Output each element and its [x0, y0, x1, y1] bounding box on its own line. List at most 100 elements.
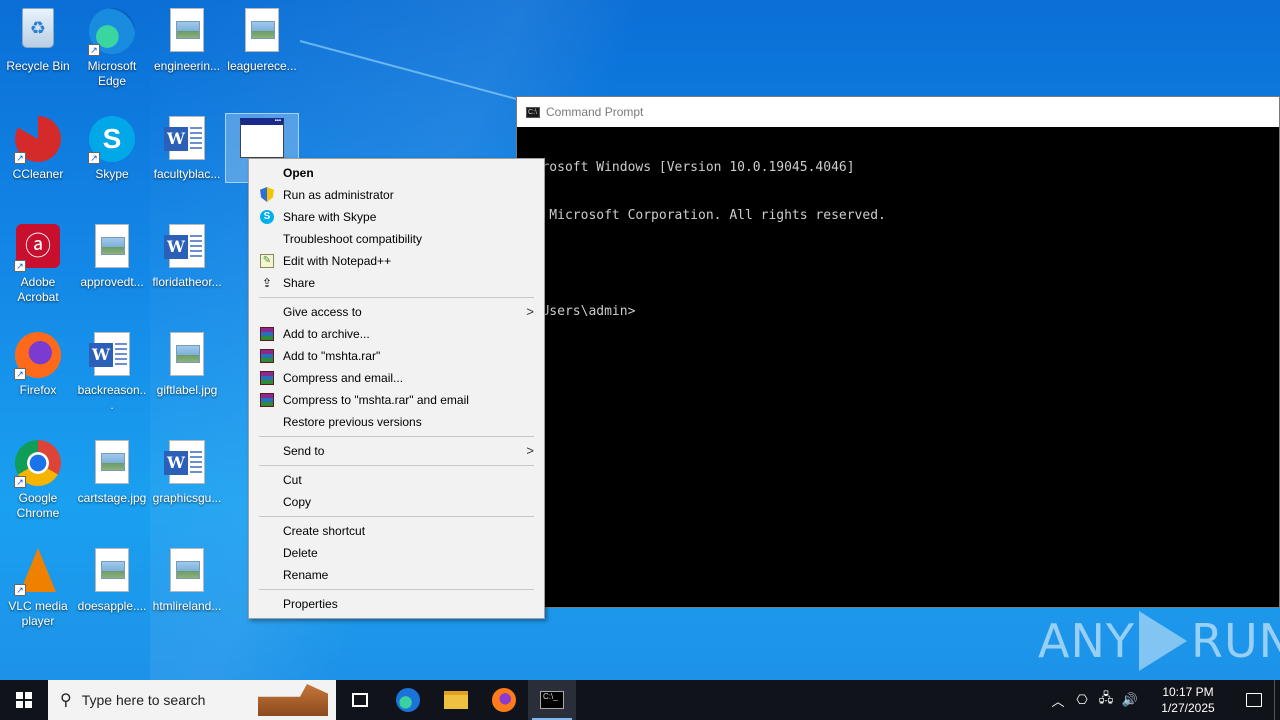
uac-shield-icon — [260, 187, 274, 202]
taskbar: ⚲ Type here to search C:\_ ︿ ⎔ 🖧 🔊 10:17… — [0, 680, 1280, 720]
word-doc-icon: W — [163, 440, 211, 488]
show-desktop-button[interactable] — [1274, 680, 1280, 720]
menu-item-compress-and-email[interactable]: Compress and email... — [249, 367, 544, 389]
menu-item-add-to-archive[interactable]: Add to archive... — [249, 323, 544, 345]
word-doc-icon: W — [163, 116, 211, 164]
shortcut-arrow-icon: ↗ — [14, 584, 26, 596]
console-line: Microsoft Windows [Version 10.0.19045.40… — [518, 160, 855, 175]
menu-item-edit-with-notepadpp[interactable]: ✎ Edit with Notepad++ — [249, 250, 544, 272]
winrar-icon — [260, 327, 274, 341]
taskbar-edge-button[interactable] — [384, 680, 432, 720]
menu-item-give-access-to[interactable]: Give access to > — [249, 301, 544, 323]
desktop-icon-engineerin[interactable]: engineerin... — [149, 4, 225, 74]
menu-item-create-shortcut[interactable]: Create shortcut — [249, 520, 544, 542]
menu-item-cut[interactable]: Cut — [249, 469, 544, 491]
network-icon[interactable]: 🖧 — [1094, 689, 1118, 711]
cmd-icon: C:\_ — [540, 691, 564, 709]
desktop-icon-firefox[interactable]: ↗ Firefox — [0, 328, 76, 398]
image-file-icon — [163, 548, 211, 596]
recycle-bin-icon: ♻ — [14, 8, 62, 56]
meet-now-icon[interactable]: ⎔ — [1070, 692, 1094, 708]
desktop-icon-google-chrome[interactable]: ↗ Google Chrome — [0, 436, 76, 521]
desktop-icon-doesapple[interactable]: doesapple.... — [74, 544, 150, 614]
volume-icon[interactable]: 🔊 — [1118, 692, 1142, 708]
winrar-icon — [260, 371, 274, 385]
desktop-icon-microsoft-edge[interactable]: ↗ Microsoft Edge — [74, 4, 150, 89]
desktop-icon-backreason[interactable]: W backreason... — [74, 328, 150, 413]
desktop-icon-floridatheor[interactable]: W floridatheor... — [149, 220, 225, 290]
taskbar-firefox-button[interactable] — [480, 680, 528, 720]
taskbar-file-explorer-button[interactable] — [432, 680, 480, 720]
console-line: (c) Microsoft Corporation. All rights re… — [518, 208, 886, 223]
clock-time: 10:17 PM — [1162, 685, 1214, 699]
shortcut-arrow-icon: ↗ — [14, 476, 26, 488]
desktop-icon-recycle-bin[interactable]: ♻ Recycle Bin — [0, 4, 76, 74]
search-icon: ⚲ — [60, 692, 72, 709]
image-file-icon — [88, 440, 136, 488]
menu-item-delete[interactable]: Delete — [249, 542, 544, 564]
menu-item-troubleshoot-compatibility[interactable]: Troubleshoot compatibility — [249, 228, 544, 250]
search-placeholder: Type here to search — [81, 692, 206, 708]
firefox-icon — [492, 688, 516, 712]
taskbar-cmd-button[interactable]: C:\_ — [528, 680, 576, 720]
desktop-icon-giftlabel[interactable]: giftlabel.jpg — [149, 328, 225, 398]
menu-item-add-to-mshta-rar[interactable]: Add to "mshta.rar" — [249, 345, 544, 367]
acrobat-icon: ⓐ ↗ — [14, 224, 62, 272]
desktop-icon-approvedt[interactable]: approvedt... — [74, 220, 150, 290]
desktop-icon-vlc[interactable]: ↗ VLC media player — [0, 544, 76, 629]
file-explorer-icon — [444, 691, 468, 709]
image-file-icon — [88, 224, 136, 272]
desktop-icon-htmlireland[interactable]: htmlireland... — [149, 544, 225, 614]
menu-item-compress-to-mshta-rar-and-email[interactable]: Compress to "mshta.rar" and email — [249, 389, 544, 411]
cmd-icon: C:\ — [526, 106, 540, 118]
firefox-icon: ↗ — [14, 332, 62, 380]
desktop-icon-cartstage[interactable]: cartstage.jpg — [74, 436, 150, 506]
menu-item-rename[interactable]: Rename — [249, 564, 544, 586]
desktop-icon-skype[interactable]: S ↗ Skype — [74, 112, 150, 182]
image-file-icon — [88, 548, 136, 596]
console-prompt: C:\Users\admin> — [518, 304, 636, 319]
context-menu[interactable]: Open Run as administrator S Share with S… — [248, 158, 545, 619]
start-button[interactable] — [0, 680, 48, 720]
desktop-icon-ccleaner[interactable]: ↗ CCleaner — [0, 112, 76, 182]
cmd-titlebar[interactable]: C:\ Command Prompt — [517, 97, 1279, 127]
chevron-up-icon[interactable]: ︿ — [1046, 691, 1070, 710]
system-tray: ︿ ⎔ 🖧 🔊 10:17 PM 1/27/2025 — [1046, 680, 1280, 720]
task-view-icon — [352, 693, 368, 707]
edge-icon — [396, 688, 420, 712]
menu-item-open[interactable]: Open — [249, 162, 544, 184]
word-doc-icon: W — [88, 332, 136, 380]
image-file-icon — [163, 332, 211, 380]
notepadpp-icon: ✎ — [260, 254, 274, 268]
desktop-icon-facultyblac[interactable]: W facultyblac... — [149, 112, 225, 182]
chrome-icon: ↗ — [14, 440, 62, 488]
clock-date: 1/27/2025 — [1161, 701, 1215, 715]
taskbar-search-box[interactable]: ⚲ Type here to search — [48, 680, 336, 720]
notification-center-button[interactable] — [1234, 680, 1274, 720]
ccleaner-icon: ↗ — [14, 116, 62, 164]
play-logo-icon — [1138, 611, 1187, 671]
notification-icon — [1246, 693, 1262, 707]
menu-item-run-as-administrator[interactable]: Run as administrator — [249, 184, 544, 206]
menu-item-restore-previous-versions[interactable]: Restore previous versions — [249, 411, 544, 433]
menu-item-copy[interactable]: Copy — [249, 491, 544, 513]
shortcut-arrow-icon: ↗ — [14, 368, 26, 380]
winrar-icon — [260, 349, 274, 363]
desktop-icon-graphicsgu[interactable]: W graphicsgu... — [149, 436, 225, 506]
desktop-icon-leaguerece[interactable]: leaguerece... — [224, 4, 300, 74]
clock[interactable]: 10:17 PM 1/27/2025 — [1150, 684, 1226, 716]
task-view-button[interactable] — [336, 680, 384, 720]
menu-item-share-with-skype[interactable]: S Share with Skype — [249, 206, 544, 228]
menu-item-properties[interactable]: Properties — [249, 593, 544, 615]
cmd-title: Command Prompt — [546, 105, 644, 119]
command-prompt-window[interactable]: C:\ Command Prompt Microsoft Windows [Ve… — [516, 96, 1280, 608]
menu-item-send-to[interactable]: Send to > — [249, 440, 544, 462]
cmd-console[interactable]: Microsoft Windows [Version 10.0.19045.40… — [517, 127, 1279, 352]
winrar-icon — [260, 393, 274, 407]
menu-item-share[interactable]: ⇪ Share — [249, 272, 544, 294]
menu-separator — [259, 465, 534, 466]
image-file-icon — [238, 8, 286, 56]
desktop-icon-adobe-acrobat[interactable]: ⓐ ↗ Adobe Acrobat — [0, 220, 76, 305]
share-icon: ⇪ — [261, 276, 273, 290]
